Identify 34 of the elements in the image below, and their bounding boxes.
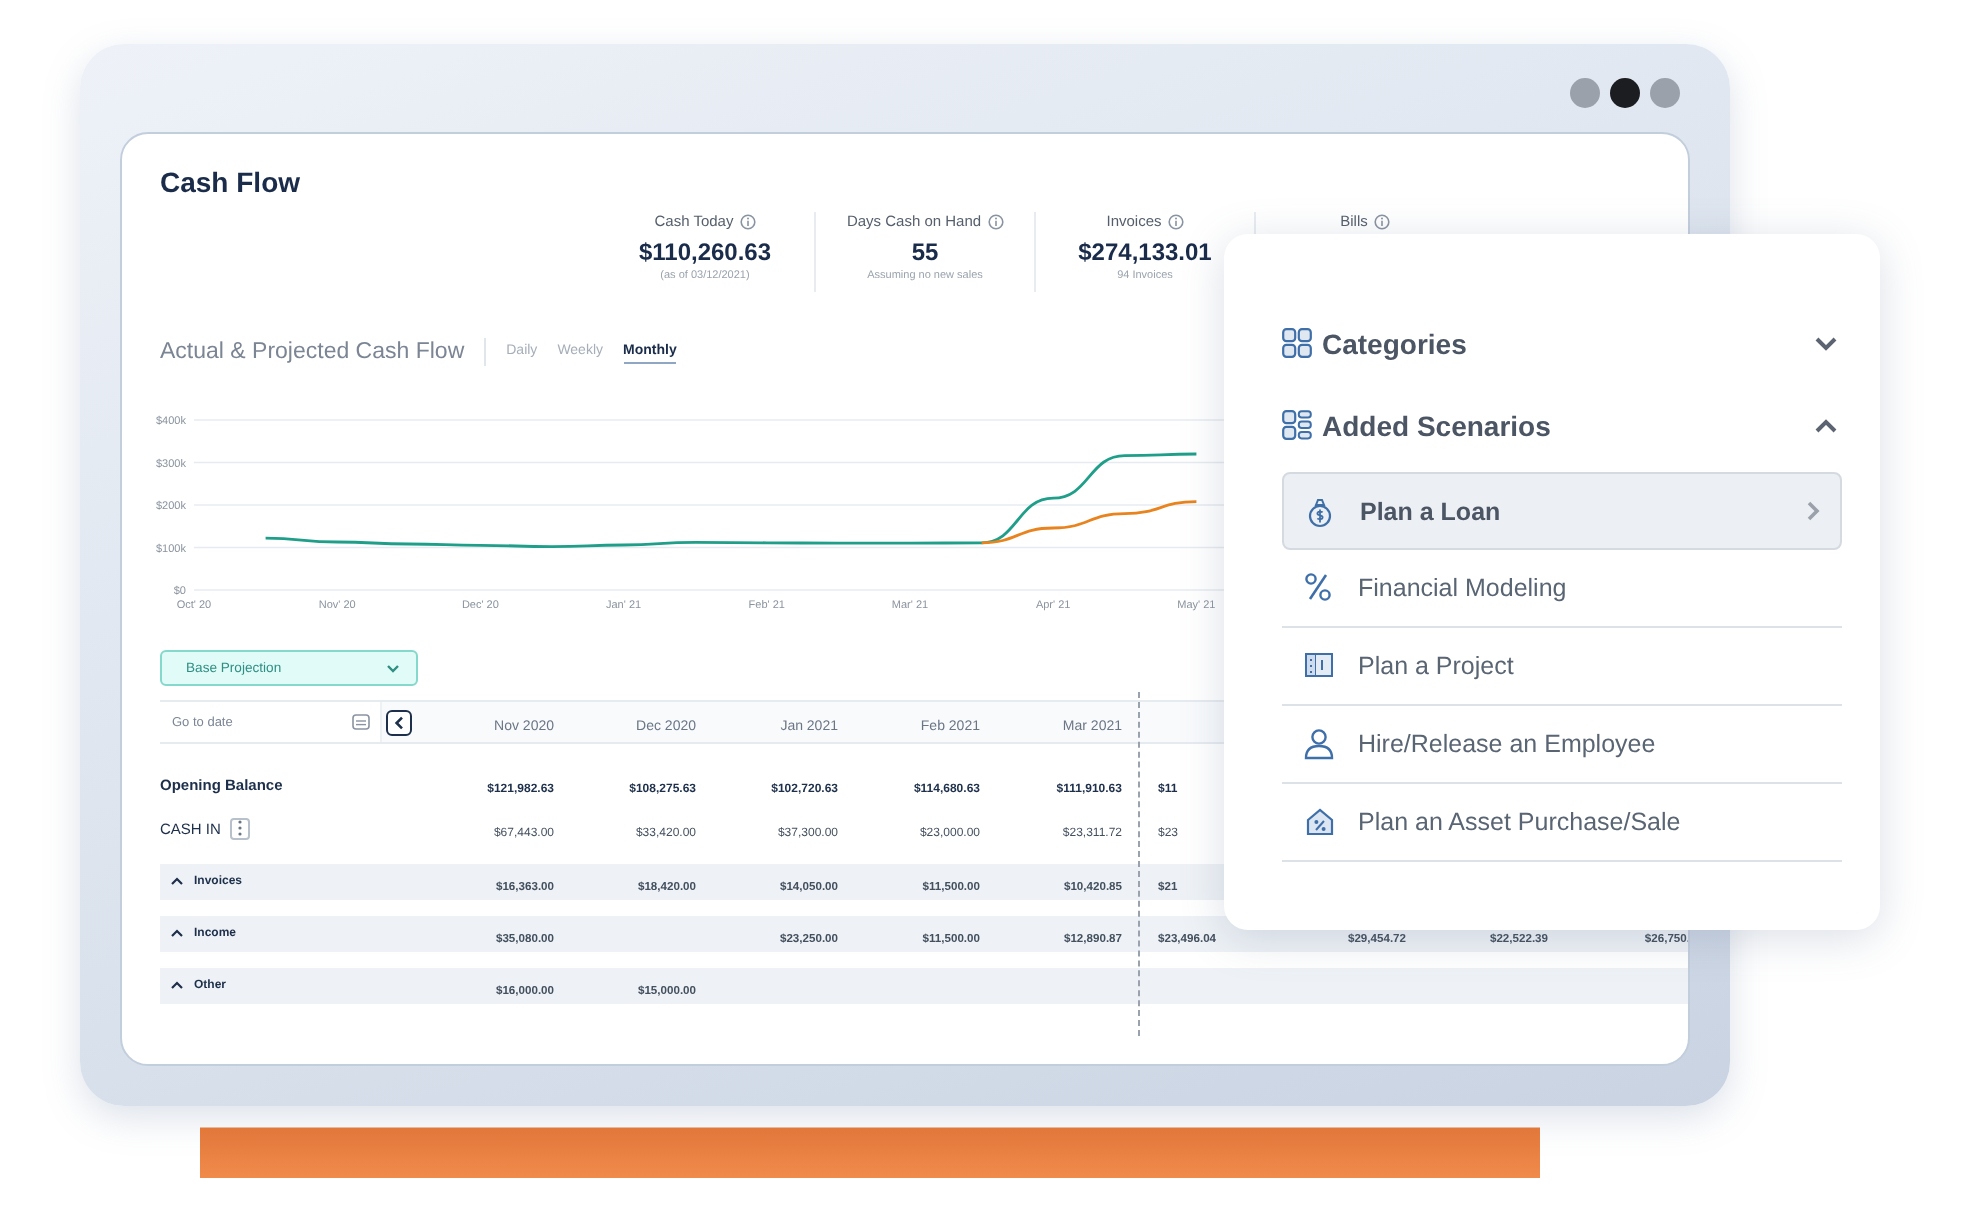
more-button[interactable] [230,817,251,839]
chevron-down-icon [386,663,400,673]
tag-icon [1304,806,1334,838]
kpi-value: 55 [911,236,939,268]
person-icon [1304,728,1334,760]
page-title: Cash Flow [160,166,303,202]
chevron-down-icon[interactable] [1814,335,1838,351]
blueprint-icon [1304,650,1334,682]
grid-icon [1282,328,1312,358]
scenario-item[interactable]: Plan a Loan [1282,472,1842,550]
kpi-value: $274,133.01 [1078,236,1212,268]
info-icon[interactable] [987,214,1004,230]
chevron-left-icon [394,715,404,729]
chart-title: Actual & Projected Cash Flow [160,340,465,364]
caret-up-icon[interactable] [170,980,184,992]
money-bag-icon [1306,495,1336,527]
info-icon[interactable] [1373,214,1390,230]
percent-icon [1304,572,1334,604]
chevron-right-icon [1806,500,1820,522]
window-dot-icon [1610,77,1640,107]
caret-up-icon[interactable] [170,876,184,888]
chevron-up-icon[interactable] [1814,417,1838,433]
info-icon[interactable] [739,214,756,230]
window-dot-icon [1570,77,1600,107]
calendar-icon[interactable] [352,714,370,730]
info-icon[interactable] [1167,214,1184,230]
grid-icon [1282,410,1312,440]
caret-up-icon[interactable] [170,928,184,940]
kpi-value: $110,260.63 [638,236,772,268]
section-title: Added Scenarios [1322,409,1553,441]
back-button[interactable] [386,709,412,735]
kebab-icon [238,820,243,836]
section-title: Categories [1322,327,1469,359]
window-dot-icon [1650,77,1680,107]
